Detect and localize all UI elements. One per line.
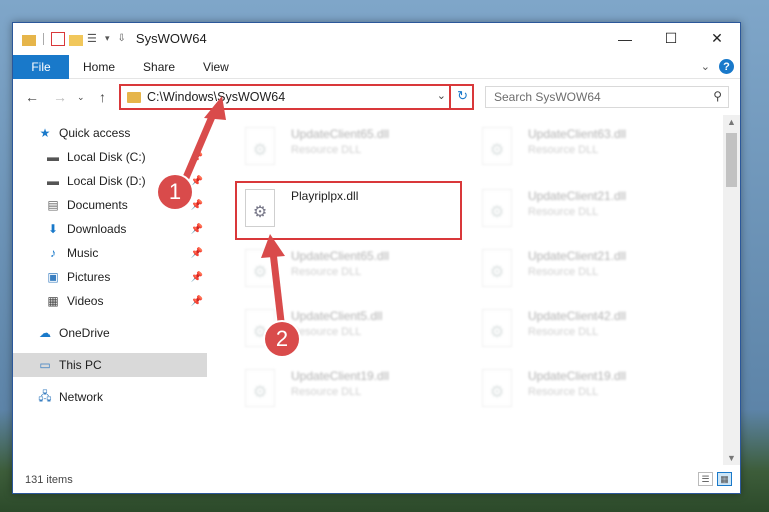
arrow-2 (269, 251, 286, 331)
step-badge-1: 1 (158, 175, 192, 209)
step-badge-2: 2 (265, 322, 299, 356)
arrow-1 (181, 110, 218, 182)
arrow-2-head (261, 234, 285, 258)
arrow-1-head (204, 96, 226, 120)
annotation-arrows (181, 96, 286, 331)
